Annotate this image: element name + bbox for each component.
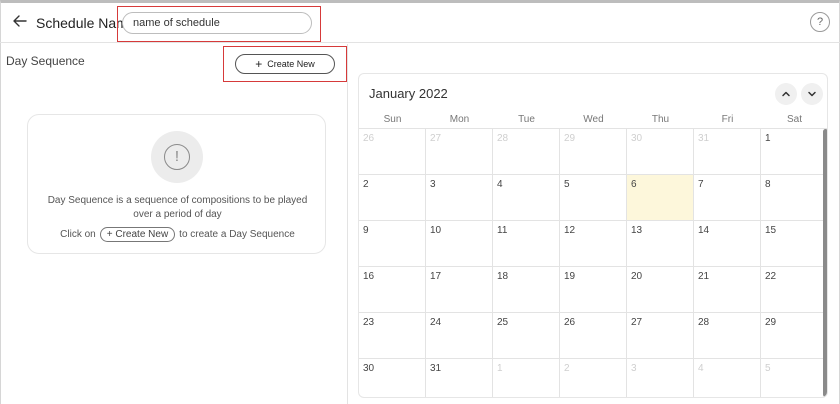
calendar-day-cell[interactable]: 20 [627,267,694,312]
calendar-day-cell[interactable]: 8 [761,175,827,220]
calendar-day-cell[interactable]: 26 [359,129,426,174]
calendar-day-cell[interactable]: 27 [627,313,694,358]
calendar-day-cell[interactable]: 30 [359,359,426,397]
chevron-down-icon [808,91,816,97]
plus-icon: + [255,57,263,71]
calendar-day-cell[interactable]: 29 [761,313,827,358]
empty-state-hint: Click on + Create New to create a Day Se… [28,227,327,242]
calendar-day-cell[interactable]: 30 [627,129,694,174]
calendar-day-cell[interactable]: 6 [627,175,694,220]
calendar-day-cell[interactable]: 15 [761,221,827,266]
next-month-button[interactable] [801,83,823,105]
calendar-grid: 26 27 28 29 30 31 1 2 3 4 5 6 7 8 9 10 11 12 13 14 15 16 17 18 1… [359,128,827,397]
calendar-day-cell[interactable]: 11 [493,221,560,266]
chevron-up-icon [782,91,790,97]
weekday-label: Sun [383,114,402,125]
to-create-text: to create a Day Sequence [179,229,295,240]
calendar-day-cell[interactable]: 16 [359,267,426,312]
calendar-day-cell[interactable]: 31 [426,359,493,397]
weekday-label: Sat [786,114,802,125]
calendar-day-cell[interactable]: 1 [761,129,827,174]
schedule-name-input[interactable] [122,12,312,34]
arrow-left-icon[interactable] [12,13,28,29]
empty-state-card: ! Day Sequence is a sequence of composit… [27,114,326,254]
header: Schedule Name ? [0,3,840,43]
day-sequence-panel: Day Sequence + Create New ! Day Sequence… [0,44,348,404]
empty-state-message: Day Sequence is a sequence of compositio… [47,195,308,220]
calendar-day-cell[interactable]: 12 [560,221,627,266]
calendar-week-row: 16 17 18 19 20 21 22 [359,266,827,312]
day-sequence-title: Day Sequence [6,54,85,68]
create-new-label: Create New [267,59,315,69]
weekday-label: Tue [518,114,535,125]
calendar-day-cell[interactable]: 28 [493,129,560,174]
calendar-day-cell[interactable]: 10 [426,221,493,266]
calendar-day-cell[interactable]: 3 [627,359,694,397]
calendar-day-cell[interactable]: 9 [359,221,426,266]
exclamation-icon: ! [164,144,190,170]
weekday-label: Fri [721,114,734,125]
calendar-day-cell[interactable]: 19 [560,267,627,312]
calendar: January 2022 Sun Mon Tue Wed Thu Fri Sat 26 27 2… [358,73,828,398]
calendar-day-cell[interactable]: 5 [761,359,827,397]
calendar-day-cell[interactable]: 1 [493,359,560,397]
calendar-day-cell[interactable]: 2 [359,175,426,220]
calendar-week-row: 30 31 1 2 3 4 5 [359,358,827,397]
weekday-label: Wed [583,114,604,125]
calendar-day-cell[interactable]: 22 [761,267,827,312]
calendar-month-label: January 2022 [369,86,448,101]
calendar-day-cell[interactable]: 27 [426,129,493,174]
calendar-day-cell[interactable]: 25 [493,313,560,358]
click-on-text: Click on [60,229,96,240]
alert-circle-icon: ! [151,131,203,183]
calendar-week-row: 26 27 28 29 30 31 1 [359,128,827,174]
calendar-day-cell[interactable]: 2 [560,359,627,397]
create-new-pill[interactable]: + Create New [99,227,176,242]
calendar-day-cell[interactable]: 29 [560,129,627,174]
calendar-day-cell[interactable]: 13 [627,221,694,266]
calendar-day-cell[interactable]: 4 [493,175,560,220]
calendar-week-row: 2345678 [359,174,827,220]
calendar-scrollbar[interactable] [823,129,827,397]
previous-month-button[interactable] [775,83,797,105]
calendar-day-cell[interactable]: 18 [493,267,560,312]
calendar-day-cell[interactable]: 24 [426,313,493,358]
calendar-day-cell[interactable]: 28 [694,313,761,358]
calendar-day-cell[interactable]: 26 [560,313,627,358]
calendar-day-cell[interactable]: 3 [426,175,493,220]
weekday-label: Mon [449,114,470,125]
calendar-day-cell[interactable]: 7 [694,175,761,220]
calendar-week-row: 23 24 25 26 27 28 29 [359,312,827,358]
calendar-day-cell[interactable]: 4 [694,359,761,397]
highlight-box-name [117,6,321,42]
calendar-day-cell[interactable]: 31 [694,129,761,174]
calendar-day-cell[interactable]: 23 [359,313,426,358]
highlight-box-create: + Create New [223,46,347,82]
help-button[interactable]: ? [810,12,830,32]
calendar-day-cell[interactable]: 17 [426,267,493,312]
create-new-button[interactable]: + Create New [235,54,335,74]
calendar-day-cell[interactable]: 21 [694,267,761,312]
weekday-label: Thu [651,114,670,125]
calendar-day-cell[interactable]: 5 [560,175,627,220]
calendar-week-row: 9 10 11 12 13 14 15 [359,220,827,266]
calendar-day-cell[interactable]: 14 [694,221,761,266]
weekday-header: Sun Mon Tue Wed Thu Fri Sat [359,114,827,128]
